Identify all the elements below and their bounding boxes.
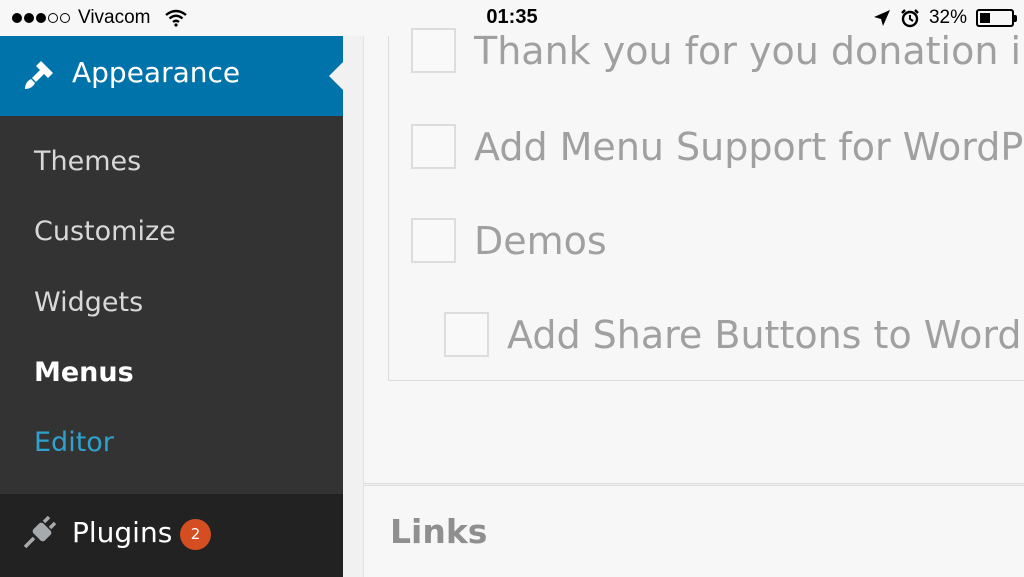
checklist-item-label: Add Share Buttons to WordPr <box>507 312 1024 357</box>
sidebar-item-appearance[interactable]: Appearance <box>0 36 343 116</box>
item-checkbox[interactable] <box>444 312 489 357</box>
links-section-title: Links <box>390 512 488 551</box>
plug-icon <box>23 516 56 549</box>
submenu-item-widgets[interactable]: Widgets <box>34 287 143 318</box>
sidebar-item-plugins[interactable]: Plugins 2 <box>0 494 343 577</box>
checklist-item: Add Menu Support for WordPr <box>411 124 1024 169</box>
status-right: 32% <box>873 7 1017 29</box>
status-time: 01:35 <box>486 6 538 28</box>
submenu-item-customize[interactable]: Customize <box>34 216 176 247</box>
location-arrow-icon <box>873 10 890 26</box>
sidebar-item-label: Plugins <box>72 516 173 549</box>
item-checkbox[interactable] <box>411 28 456 73</box>
alarm-icon <box>901 9 919 28</box>
appearance-submenu: Themes Customize Widgets Menus Editor <box>0 116 343 494</box>
checklist-item: Thank you for you donation i a <box>411 28 1024 73</box>
submenu-item-menus[interactable]: Menus <box>34 357 134 388</box>
menu-items-panel: Thank you for you donation i a Add Menu … <box>363 28 1024 484</box>
links-section[interactable]: Links <box>363 485 1024 577</box>
checklist-item: Add Share Buttons to WordPr <box>444 312 1024 357</box>
paintbrush-icon <box>25 61 53 89</box>
checklist-box: Thank you for you donation i a Add Menu … <box>388 28 1024 381</box>
submenu-item-editor[interactable]: Editor <box>34 427 114 458</box>
current-menu-arrow <box>329 62 343 90</box>
submenu-item-themes[interactable]: Themes <box>34 146 141 177</box>
battery-icon <box>976 9 1017 27</box>
admin-sidebar: Appearance Themes Customize Widgets Menu… <box>0 36 343 577</box>
checklist-item-label: Add Menu Support for WordPr <box>474 124 1024 169</box>
item-checkbox[interactable] <box>411 124 456 169</box>
checklist-item-label: Thank you for you donation i a <box>474 28 1024 73</box>
battery-fill <box>980 13 990 23</box>
sidebar-item-label: Appearance <box>72 56 241 89</box>
main-content: Thank you for you donation i a Add Menu … <box>343 28 1024 577</box>
item-checkbox[interactable] <box>411 218 456 263</box>
update-count-badge: 2 <box>180 519 211 550</box>
battery-percent: 32% <box>928 7 967 28</box>
checklist-item: Demos <box>411 218 607 263</box>
checklist-item-label: Demos <box>474 218 607 263</box>
